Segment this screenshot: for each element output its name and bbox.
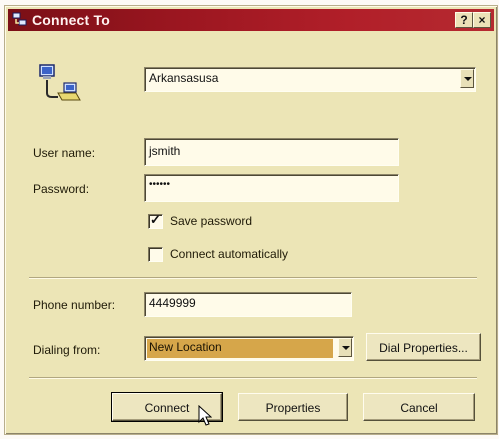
phone-number-field[interactable]: 4449999 (144, 292, 352, 317)
cancel-button[interactable]: Cancel (363, 393, 475, 421)
user-name-field[interactable]: jsmith (144, 138, 399, 166)
dialing-from-combo[interactable]: New Location (144, 336, 354, 361)
phone-number-label: Phone number: (33, 298, 116, 312)
dialup-title-icon (12, 12, 27, 26)
close-button[interactable]: × (473, 12, 491, 28)
save-password-checkbox[interactable]: ✓ (148, 212, 163, 229)
password-field[interactable]: •••••• (144, 174, 399, 202)
connection-entry-combo[interactable]: Arkansasusa (144, 67, 476, 92)
properties-button[interactable]: Properties (238, 393, 348, 421)
title-bar[interactable]: Connect To ? × (8, 9, 494, 31)
connect-automatically-checkbox[interactable] (148, 247, 163, 262)
network-computers-icon (39, 64, 81, 101)
user-name-label: User name: (33, 146, 96, 160)
help-button[interactable]: ? (455, 12, 473, 28)
chevron-down-icon[interactable] (460, 69, 474, 88)
phone-number-value: 4449999 (149, 296, 196, 310)
checkmark-icon: ✓ (150, 212, 161, 227)
user-name-value: jsmith (149, 144, 181, 158)
connect-automatically-label[interactable]: Connect automatically (170, 247, 288, 261)
separator-top (29, 277, 477, 279)
dialing-from-value: New Location (149, 340, 222, 354)
save-password-label[interactable]: Save password (170, 214, 252, 228)
password-label: Password: (33, 182, 90, 196)
password-value: •••••• (149, 179, 171, 190)
window-title: Connect To (32, 12, 110, 28)
dialing-from-label: Dialing from: (33, 343, 101, 357)
chevron-down-icon[interactable] (338, 338, 352, 357)
dial-properties-button[interactable]: Dial Properties... (366, 333, 481, 361)
connection-entry-value: Arkansasusa (149, 71, 219, 85)
connect-to-dialog: Connect To ? × Arkansasusa User name: js… (4, 5, 498, 435)
separator-bottom (29, 377, 477, 379)
mouse-cursor-icon (198, 405, 212, 426)
